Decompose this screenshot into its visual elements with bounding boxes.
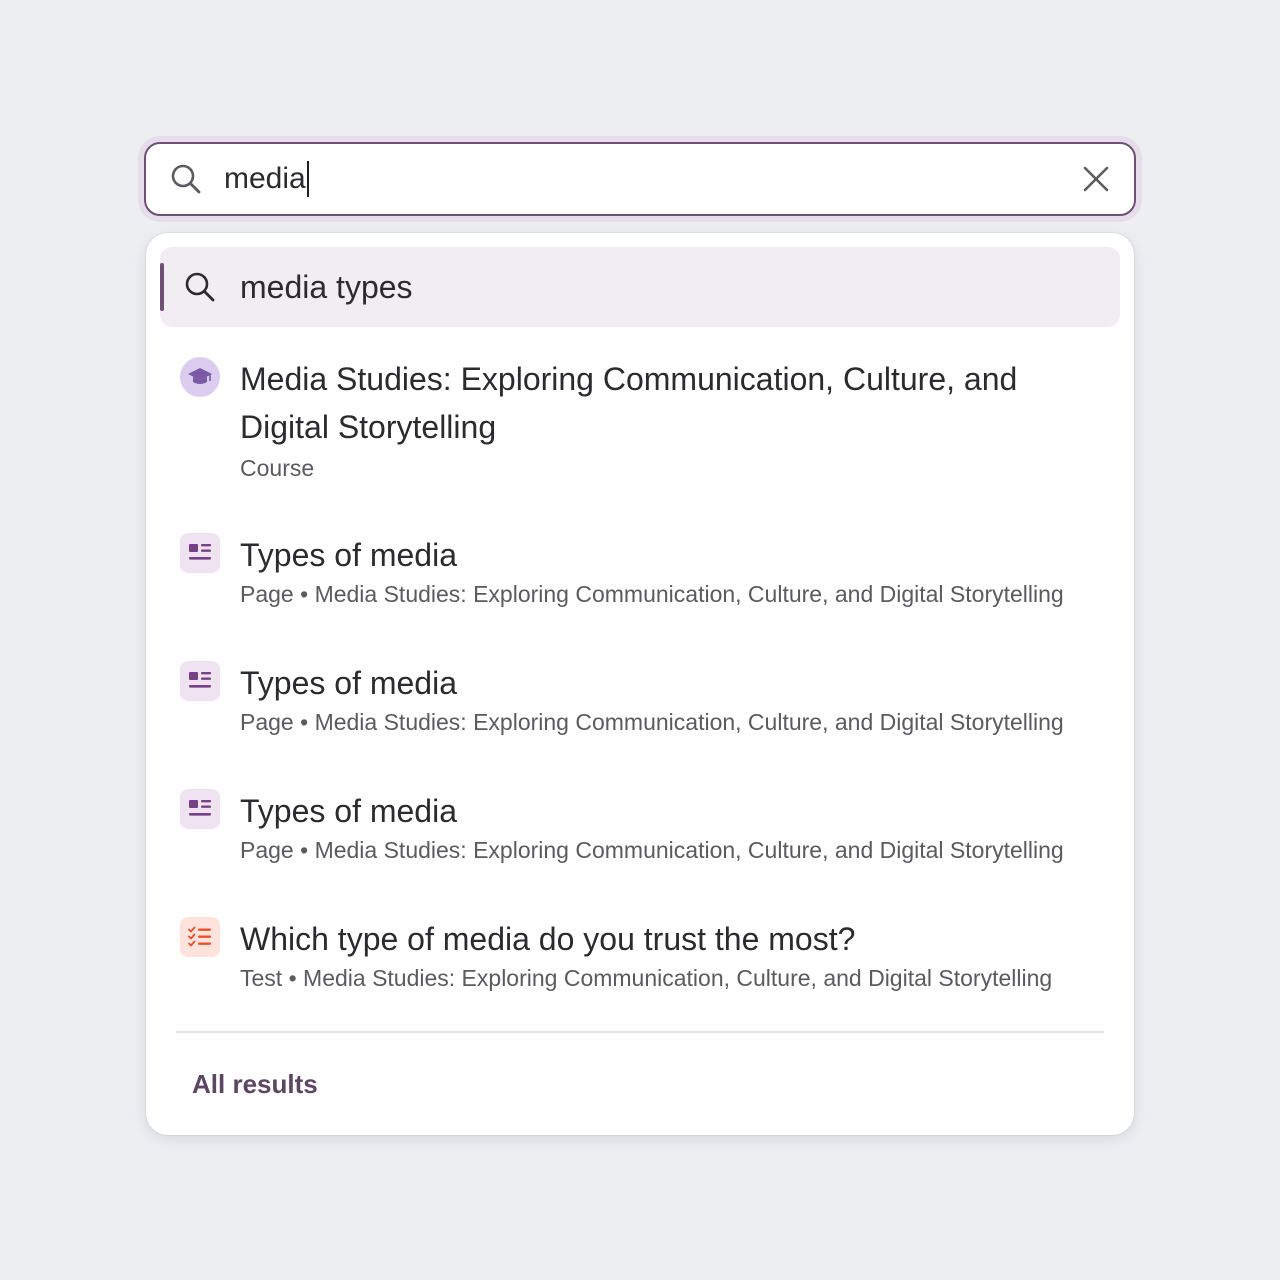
result-context: Media Studies: Exploring Communication, …	[303, 965, 1053, 991]
meta-separator: •	[300, 709, 309, 735]
page-icon	[189, 800, 211, 816]
search-icon	[185, 272, 215, 302]
clear-search-button[interactable]	[1078, 161, 1114, 197]
result-type: Page	[240, 837, 294, 863]
search-box[interactable]: media	[144, 142, 1136, 216]
result-item[interactable]: Media Studies: Exploring Communication, …	[180, 355, 1110, 485]
result-type: Page	[240, 581, 294, 607]
result-title: Types of media	[240, 665, 457, 701]
result-item[interactable]: Which type of media do you trust the mos…	[180, 915, 1110, 995]
test-icon-badge	[180, 917, 220, 957]
page-icon-badge	[180, 789, 220, 829]
search-input-value: media	[224, 162, 306, 195]
result-type: Test	[240, 965, 283, 991]
all-results-link[interactable]: All results	[192, 1069, 318, 1100]
result-context: Media Studies: Exploring Communication, …	[314, 581, 1064, 607]
result-context: Media Studies: Exploring Communication, …	[314, 709, 1064, 735]
search-icon	[171, 164, 201, 194]
result-item[interactable]: Types of media Page • Media Studies: Exp…	[180, 787, 1110, 867]
result-title: Types of media	[240, 537, 457, 573]
search-focus-ring: media	[138, 136, 1142, 222]
divider	[176, 1031, 1104, 1033]
course-icon-badge	[180, 357, 220, 397]
search-results-dropdown: media types Media Studies: Exploring Com…	[146, 233, 1134, 1135]
meta-separator: •	[288, 965, 297, 991]
result-context: Media Studies: Exploring Communication, …	[314, 837, 1064, 863]
result-type: Page	[240, 709, 294, 735]
result-title: Types of media	[240, 793, 457, 829]
result-type: Course	[240, 455, 315, 481]
result-title: Media Studies: Exploring Communication, …	[240, 361, 1018, 445]
result-item[interactable]: Types of media Page • Media Studies: Exp…	[180, 531, 1110, 611]
result-meta: Course	[240, 455, 314, 482]
result-meta: Page • Media Studies: Exploring Communic…	[240, 709, 1064, 736]
page-icon	[189, 672, 211, 688]
result-item[interactable]: Types of media Page • Media Studies: Exp…	[180, 659, 1110, 739]
search-suggestion[interactable]: media types	[160, 247, 1120, 327]
text-caret	[306, 161, 309, 197]
search-input[interactable]: media	[224, 159, 1078, 199]
page-icon-badge	[180, 661, 220, 701]
result-meta: Page • Media Studies: Exploring Communic…	[240, 837, 1064, 864]
checklist-icon	[188, 926, 211, 947]
result-meta: Page • Media Studies: Exploring Communic…	[240, 581, 1064, 608]
page-icon-badge	[180, 533, 220, 573]
meta-separator: •	[300, 837, 309, 863]
result-title: Which type of media do you trust the mos…	[240, 921, 856, 957]
close-icon	[1083, 166, 1109, 192]
page-icon	[189, 544, 211, 560]
suggestion-text: media types	[240, 268, 413, 305]
active-indicator	[160, 263, 164, 311]
graduation-cap-icon	[188, 368, 212, 384]
result-meta: Test • Media Studies: Exploring Communic…	[240, 965, 1052, 992]
meta-separator: •	[300, 581, 309, 607]
